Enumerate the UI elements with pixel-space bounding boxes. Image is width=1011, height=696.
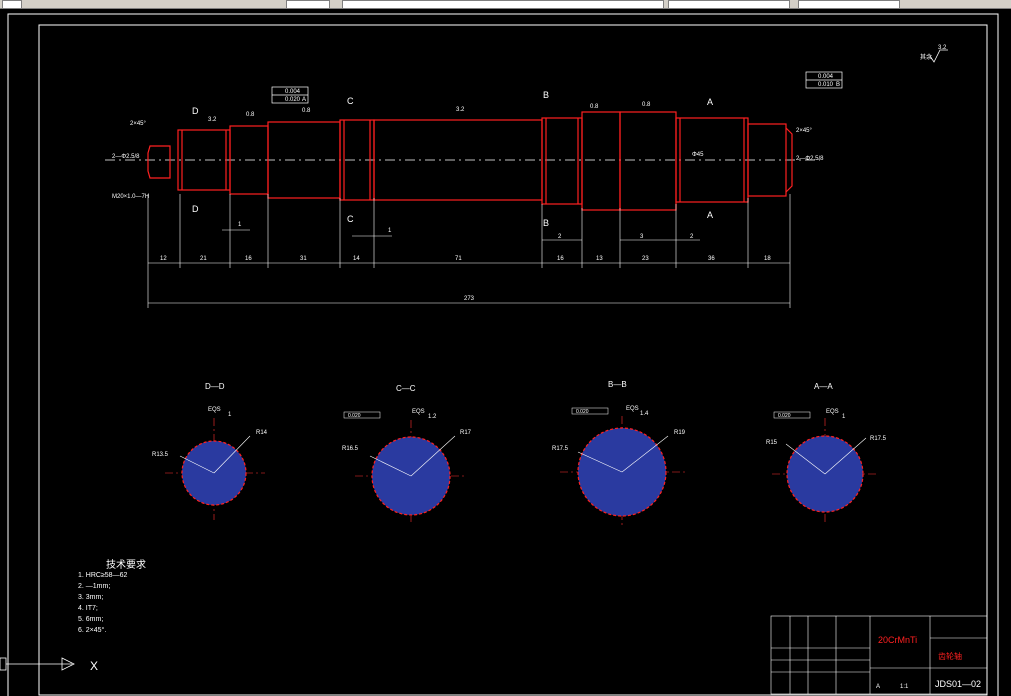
radius-label: R17: [460, 430, 472, 436]
radius-label: R16.5: [342, 446, 359, 452]
roughness-value: 0.8: [302, 108, 311, 114]
section-letter: B: [543, 218, 549, 228]
chamfer-note: 2×45°: [130, 121, 147, 127]
radius-label: R19: [674, 430, 686, 436]
section-letter: A: [707, 97, 713, 107]
ucs-x-label: X: [90, 659, 98, 673]
chamfer-note: 2×45°: [796, 128, 813, 134]
spline-width: 1: [842, 414, 846, 420]
part-name: 齿轮轴: [938, 651, 962, 661]
dimension-value: 18: [764, 256, 771, 262]
dimension-value: 1: [388, 228, 392, 234]
dimension-value: 2: [690, 234, 694, 240]
roughness-value: 3.2: [456, 107, 465, 113]
overall-dimension: 273: [464, 296, 475, 302]
shaft-view: [105, 111, 820, 211]
section-title: A—A: [814, 382, 833, 391]
tolerance-value: 0.010: [818, 82, 834, 88]
spline-width: 1.2: [428, 414, 437, 420]
eqs-label: EQS: [208, 407, 221, 413]
section-C: C—C 0.020 EQS 1.2 R16.5 R17: [342, 384, 472, 522]
tech-item: 4. IT7;: [78, 605, 98, 612]
sheet-border: [7, 13, 999, 696]
dimension-lines: [147, 194, 791, 308]
section-letter: A: [707, 210, 713, 220]
scale-label: A: [876, 684, 880, 690]
radius-label: R17.5: [552, 446, 569, 452]
diameter-note: Φ45: [692, 152, 704, 158]
dimension-value: 16: [245, 256, 252, 262]
dimension-value: 71: [455, 256, 462, 262]
roughness-value: 0.8: [642, 102, 651, 108]
roughness-value: 0.8: [246, 112, 255, 118]
dimension-values: 12 21 16 31 14 71 16 13 23 36 18 1 1 2 3…: [160, 222, 771, 302]
dimension-value: 1: [238, 222, 242, 228]
end-notes: 2×45° 2—Φ2.5/8 M20×1.0—7H 2×45° 2—Φ2.5/8…: [112, 121, 824, 200]
hole-note: 2—Φ2.5/8: [112, 154, 140, 160]
radius-label: R15: [766, 440, 778, 446]
spline-width: 1: [228, 412, 232, 418]
roughness-value: 3.2: [208, 117, 217, 123]
section-title: B—B: [608, 380, 627, 389]
tech-item: 1. HRC≥58—62: [78, 572, 127, 579]
dimension-value: 12: [160, 256, 167, 262]
datum-ref: B: [836, 82, 840, 88]
roughness-value: 3.2: [938, 45, 947, 51]
eqs-label: EQS: [826, 409, 839, 415]
radius-label: R17.5: [870, 436, 887, 442]
tolerance-note: 0.020: [348, 413, 361, 419]
tolerance-value: 0.004: [285, 89, 301, 95]
radius-label: R13.5: [152, 452, 169, 458]
dimension-value: 2: [558, 234, 562, 240]
section-title: D—D: [205, 382, 225, 391]
frame-border: [38, 24, 988, 696]
dimension-value: 23: [642, 256, 649, 262]
tolerance-note: 0.020: [576, 409, 589, 415]
dimension-value: 21: [200, 256, 207, 262]
ucs-icon: X: [0, 657, 98, 673]
dimension-value: 16: [557, 256, 564, 262]
svg-text:其余: 其余: [920, 53, 932, 61]
section-title: C—C: [396, 384, 416, 393]
title-block-text: 20CrMnTi 齿轮轴 JDS01—02 A 1:1: [876, 635, 981, 690]
section-letter: C: [347, 96, 354, 106]
dimension-value: 31: [300, 256, 307, 262]
section-D: D—D EQS 1 R13.5 R14: [152, 382, 268, 520]
tolerance-value: 0.004: [818, 74, 834, 80]
dimension-value: 14: [353, 256, 360, 262]
technical-requirements: 技术要求 1. HRC≥58—62 2. —1mm; 3. 3mm; 4. IT…: [78, 558, 146, 634]
drawing-canvas[interactable]: 其余 3.2 D D C C B B A A 3.2 0.8 0.8 3.2 0…: [0, 8, 1011, 696]
material: 20CrMnTi: [878, 635, 917, 645]
section-marks: D D C C B B A A: [192, 90, 713, 228]
eqs-label: EQS: [626, 406, 639, 412]
section-A: A—A 0.020 EQS 1 R15 R17.5: [766, 382, 887, 522]
dimension-value: 36: [708, 256, 715, 262]
tech-item: 3. 3mm;: [78, 594, 103, 601]
eqs-label: EQS: [412, 409, 425, 415]
thread-note: M20×1.0—7H: [112, 194, 149, 200]
tolerance-value: 0.020: [285, 97, 301, 103]
tech-item: 5. 6mm;: [78, 616, 103, 623]
tech-item: 2. —1mm;: [78, 583, 110, 590]
hole-note: 2—Φ2.5/8: [796, 156, 824, 162]
section-letter: D: [192, 204, 199, 214]
section-letter: D: [192, 106, 199, 116]
tech-title: 技术要求: [106, 558, 146, 571]
dimension-value: 3: [640, 234, 644, 240]
scale-ratio: 1:1: [900, 684, 909, 690]
radius-label: R14: [256, 430, 268, 436]
dimension-value: 13: [596, 256, 603, 262]
datum-ref: A: [302, 97, 306, 103]
tolerance-frame-left: 0.004 0.020 A: [271, 86, 309, 104]
tolerance-frame-right: 0.004 0.010 B: [805, 71, 843, 89]
section-letter: C: [347, 214, 354, 224]
roughness-symbol: 其余 3.2: [920, 45, 948, 63]
drawing-number: JDS01—02: [935, 679, 981, 689]
spline-width: 1.4: [640, 411, 649, 417]
section-letter: B: [543, 90, 549, 100]
tech-item: 6. 2×45°.: [78, 626, 106, 634]
roughness-value: 0.8: [590, 104, 599, 110]
section-B: B—B 0.020 EQS 1.4 R17.5 R19: [552, 380, 686, 528]
tolerance-note: 0.020: [778, 413, 791, 419]
